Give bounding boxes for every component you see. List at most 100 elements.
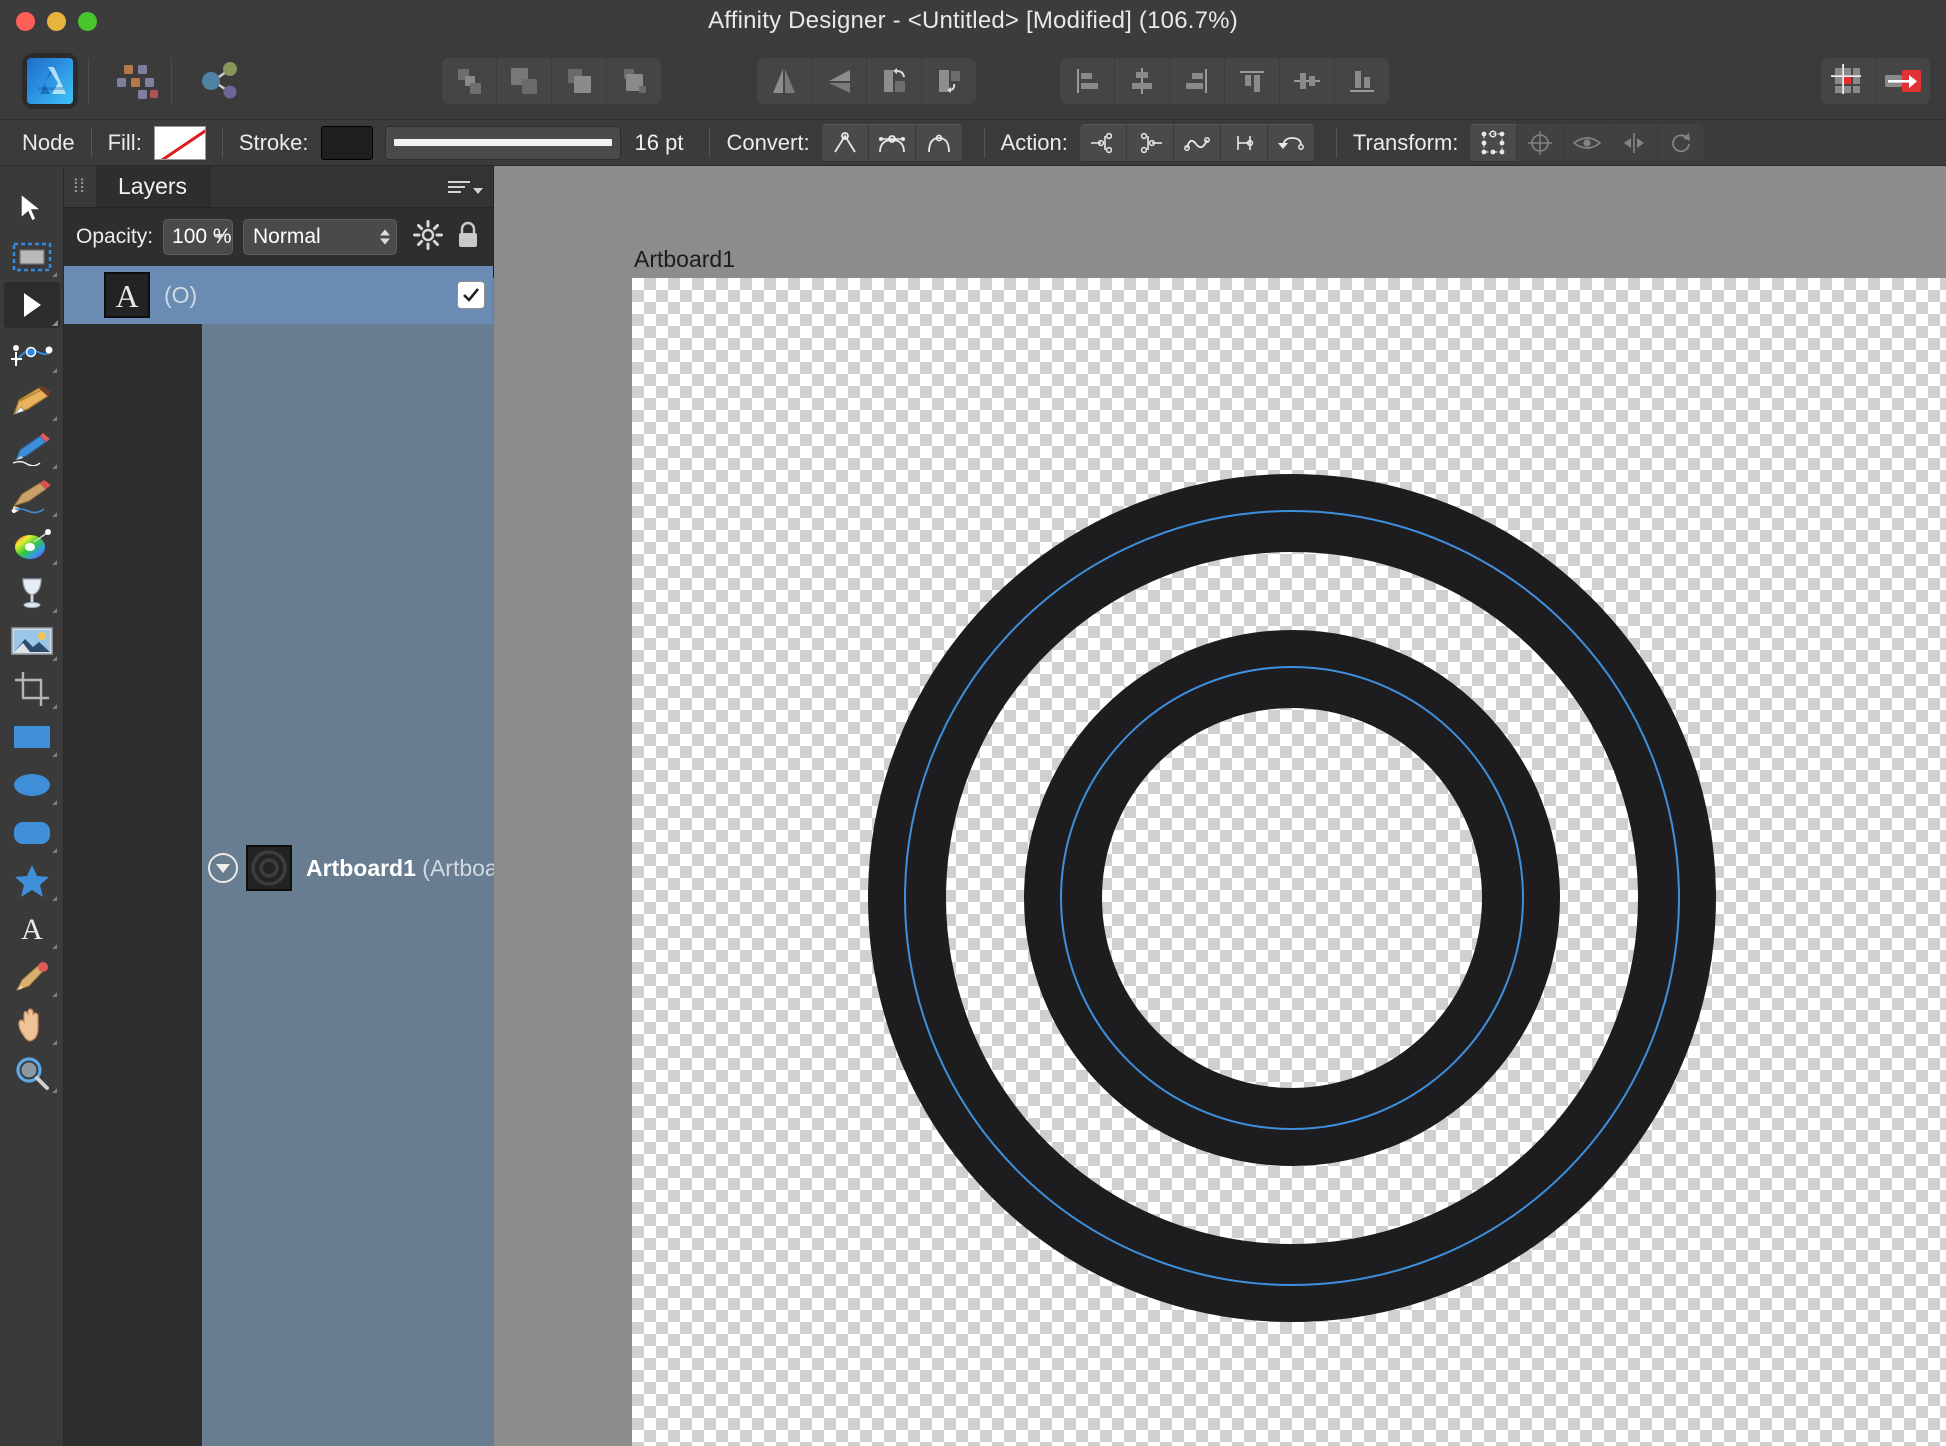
move-to-front-icon[interactable] <box>442 57 496 104</box>
move-forward-icon[interactable] <box>497 57 551 104</box>
mirror-nodes-icon[interactable] <box>1611 123 1658 162</box>
align-bottom-icon[interactable] <box>1335 57 1389 104</box>
tool-corner-marker <box>51 608 57 613</box>
context-divider <box>709 127 711 158</box>
snapping-grid-icon[interactable] <box>1821 57 1875 104</box>
maximize-button[interactable] <box>78 11 97 31</box>
rectangle-tool[interactable] <box>4 714 60 760</box>
context-divider <box>983 127 985 158</box>
flip-horizontal-icon[interactable] <box>757 57 811 104</box>
rotate-left-icon[interactable] <box>867 57 921 104</box>
join-curves-icon[interactable] <box>1220 123 1267 162</box>
chevron-down-icon[interactable] <box>214 234 225 240</box>
layers-panel: ⦙⦙ Layers Opacity: 100 % Normal Artboard… <box>64 166 1522 1446</box>
align-top-icon[interactable] <box>1225 57 1279 104</box>
artboard-canvas[interactable] <box>632 278 1946 1446</box>
close-curve-icon[interactable] <box>1126 123 1173 162</box>
break-curve-icon[interactable] <box>1079 123 1126 162</box>
toolbar-divider <box>88 57 89 104</box>
convert-to-sharp-icon[interactable] <box>821 123 868 162</box>
stroke-swatch[interactable] <box>320 125 373 160</box>
tool-corner-marker <box>51 368 57 373</box>
opacity-input[interactable]: 100 % <box>163 219 233 255</box>
tool-corner-marker <box>51 464 57 469</box>
lock-icon[interactable] <box>455 220 481 255</box>
align-button-group <box>1060 57 1389 104</box>
show-handles-icon[interactable] <box>1564 123 1611 162</box>
minimize-button[interactable] <box>47 11 66 31</box>
reverse-curves-icon[interactable] <box>1267 123 1314 162</box>
layer-label: (O) <box>164 282 197 309</box>
rotate-nodes-icon[interactable] <box>1658 123 1705 162</box>
blend-mode-select[interactable]: Normal <box>242 219 397 255</box>
text-tool[interactable]: A <box>4 906 60 952</box>
align-center-horizontal-icon[interactable] <box>1115 57 1169 104</box>
tool-corner-marker <box>51 944 57 949</box>
paintbrush-tool[interactable] <box>4 474 60 520</box>
close-button[interactable] <box>16 11 35 31</box>
action-button-group <box>1079 123 1314 162</box>
color-picker-tool[interactable] <box>4 954 60 1000</box>
color-wheel-tool[interactable] <box>4 522 60 568</box>
move-tool[interactable] <box>4 186 60 232</box>
pencil-tool[interactable] <box>4 426 60 472</box>
flip-vertical-icon[interactable] <box>812 57 866 104</box>
gear-icon[interactable] <box>413 219 443 255</box>
tool-corner-marker <box>51 704 57 709</box>
tools-panel: A <box>0 166 64 1446</box>
ellipse-tool[interactable] <box>4 762 60 808</box>
layer-name-text: Artboard1 <box>306 854 416 881</box>
panel-grip-icon[interactable]: ⦙⦙ <box>64 166 96 207</box>
stroke-width-slider[interactable] <box>384 125 621 160</box>
list-item[interactable]: A (O) <box>64 266 493 324</box>
hand-tool[interactable] <box>4 1002 60 1048</box>
stepper-icon[interactable] <box>380 229 390 245</box>
rounded-rectangle-tool[interactable] <box>4 810 60 856</box>
share-node-icon[interactable] <box>196 58 242 104</box>
smooth-curve-icon[interactable] <box>1173 123 1220 162</box>
tab-layers[interactable]: Layers <box>96 166 211 207</box>
panel-tab-bar: ⦙⦙ Layers <box>64 166 493 208</box>
node-tool[interactable] <box>3 282 60 328</box>
tool-corner-marker <box>51 992 57 997</box>
align-middle-vertical-icon[interactable] <box>1280 57 1334 104</box>
export-persona-icon[interactable] <box>1876 57 1930 104</box>
zoom-tool[interactable] <box>4 1050 60 1096</box>
assets-swatches-icon[interactable] <box>115 58 161 104</box>
star-tool[interactable] <box>4 858 60 904</box>
svg-text:A: A <box>21 913 43 946</box>
tool-corner-marker <box>51 752 57 757</box>
rotate-right-icon[interactable] <box>922 57 976 104</box>
transform-label: Transform: <box>1352 129 1459 155</box>
artboard-label: Artboard1 <box>634 246 736 272</box>
fill-tool[interactable] <box>4 570 60 616</box>
align-left-icon[interactable] <box>1060 57 1114 104</box>
convert-to-smooth-icon[interactable] <box>868 123 915 162</box>
tool-corner-marker <box>51 272 57 277</box>
crop-tool[interactable] <box>4 666 60 712</box>
context-divider <box>221 127 223 158</box>
affinity-designer-icon[interactable] <box>22 52 78 109</box>
convert-to-smart-icon[interactable] <box>915 123 962 162</box>
fill-swatch[interactable] <box>153 125 206 160</box>
artboard-tool[interactable] <box>4 234 60 280</box>
tool-corner-marker <box>51 656 57 661</box>
disclosure-triangle-icon[interactable] <box>208 853 238 883</box>
transform-origin-icon[interactable] <box>1517 123 1564 162</box>
pen-tool[interactable] <box>4 378 60 424</box>
align-right-icon[interactable] <box>1170 57 1224 104</box>
svg-text:A: A <box>115 278 138 314</box>
move-to-back-icon[interactable] <box>607 57 661 104</box>
show-bounding-box-icon[interactable] <box>1470 123 1517 162</box>
context-divider <box>1335 127 1337 158</box>
panel-menu-icon[interactable] <box>448 180 483 194</box>
stroke-label: Stroke: <box>238 129 309 155</box>
toolbar-right-group <box>1821 57 1930 104</box>
layer-thumbnail: A <box>104 272 150 318</box>
canvas-area[interactable]: Artboard1 <box>494 166 1946 1446</box>
tool-corner-marker <box>51 1040 57 1045</box>
corner-tool[interactable] <box>4 330 60 376</box>
move-backward-icon[interactable] <box>552 57 606 104</box>
visibility-checkbox[interactable] <box>457 281 485 309</box>
place-image-tool[interactable] <box>4 618 60 664</box>
